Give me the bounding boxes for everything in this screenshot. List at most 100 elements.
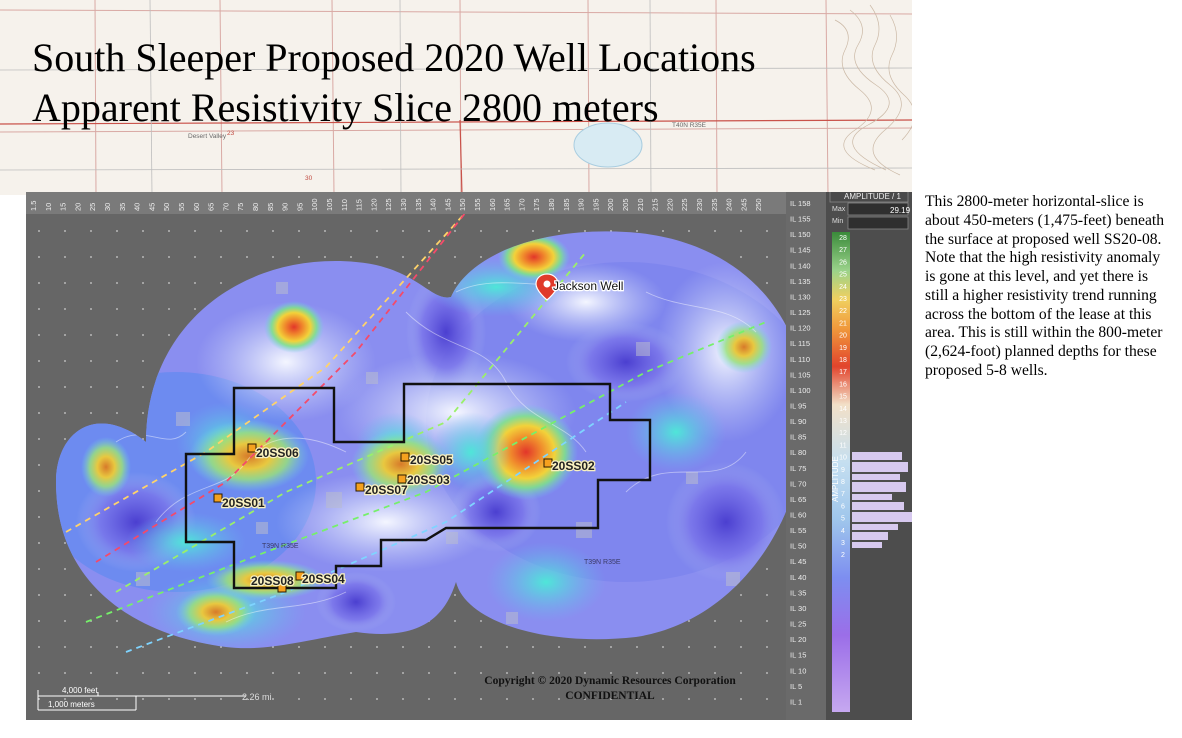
xline-tick-label: 215 xyxy=(651,198,660,211)
township-right-label: T39N R35E xyxy=(584,559,621,566)
amplitude-tick-label: 22 xyxy=(839,308,847,315)
amplitude-tick-label: 12 xyxy=(839,430,847,437)
xline-tick-label: 240 xyxy=(725,198,734,211)
well-marker-20ss02[interactable] xyxy=(543,458,553,468)
xline-tick-label: 40 xyxy=(133,203,142,211)
xline-tick-label: 195 xyxy=(591,198,600,211)
amplitude-tick-label: 18 xyxy=(839,357,847,364)
well-marker-20ss06[interactable] xyxy=(247,443,257,453)
inline-tick-label: IL 130 xyxy=(790,293,811,302)
inline-tick-label: IL 125 xyxy=(790,308,811,317)
well-label-20ss07: 20SS07 xyxy=(365,483,408,497)
xline-tick-label: 170 xyxy=(517,198,526,211)
amplitude-tick-label: 9 xyxy=(841,467,845,474)
amplitude-tick-label: 21 xyxy=(839,320,847,327)
scale-meters-label: 1,000 meters xyxy=(48,700,95,709)
well-marker-20ss07[interactable] xyxy=(355,482,365,492)
well-label-20ss04: 20SS04 xyxy=(302,572,345,586)
amplitude-tick-label: 7 xyxy=(841,491,845,498)
well-marker-20ss05[interactable] xyxy=(400,452,410,462)
xline-tick-label: 225 xyxy=(680,198,689,211)
inline-tick-label: IL 145 xyxy=(790,246,811,255)
inline-tick-label: IL 110 xyxy=(790,355,810,364)
xline-tick-label: 10 xyxy=(44,203,53,211)
well-label-20ss06: 20SS06 xyxy=(256,446,299,460)
inline-tick-label: IL 95 xyxy=(790,402,806,411)
inline-tick-label: IL 25 xyxy=(790,620,806,629)
inline-tick-label: IL 55 xyxy=(790,526,806,535)
inline-tick-label: IL 120 xyxy=(790,324,811,333)
inline-tick-label: IL 15 xyxy=(790,651,806,660)
xline-tick-label: 100 xyxy=(310,198,319,211)
xline-tick-label: 85 xyxy=(266,203,275,211)
xline-tick-label: 180 xyxy=(547,198,556,211)
amplitude-tick-label: 6 xyxy=(841,503,845,510)
inline-tick-label: IL 85 xyxy=(790,433,806,442)
desert-valley-label: Desert Valley xyxy=(188,133,227,140)
xline-tick-label: 160 xyxy=(488,198,497,211)
amplitude-tick-label: 11 xyxy=(839,442,846,449)
page-subtitle: Apparent Resistivity Slice 2800 meters xyxy=(32,85,659,130)
well-marker-20ss03[interactable] xyxy=(397,474,407,484)
xline-tick-label: 200 xyxy=(606,198,615,211)
amplitude-tick-label: 17 xyxy=(839,369,847,376)
section-23-label: 23 xyxy=(227,130,235,137)
figure-stage: Desert Valley T40N R35E 23 30 South Slee… xyxy=(0,0,1182,738)
xline-tick-label: 75 xyxy=(236,203,245,211)
inline-tick-label: IL 70 xyxy=(790,479,806,488)
inline-tick-label: IL 75 xyxy=(790,464,806,473)
amplitude-tick-label: 19 xyxy=(839,345,847,352)
amplitude-tick-label: 4 xyxy=(841,528,845,535)
xline-tick-label: 90 xyxy=(281,203,290,211)
amplitude-tick-label: 14 xyxy=(839,406,847,413)
xline-tick-label: 145 xyxy=(443,198,452,211)
xline-tick-label: 190 xyxy=(577,198,586,211)
scale-feet-label: 4,000 feet xyxy=(62,686,98,695)
inline-tick-label: IL 155 xyxy=(790,215,811,224)
xline-tick-label: 1.5 xyxy=(29,201,38,211)
section-30-label: 30 xyxy=(305,175,313,182)
page-title: South Sleeper Proposed 2020 Well Locatio… xyxy=(32,35,756,80)
inline-tick-label: IL 140 xyxy=(790,261,811,270)
xline-tick-label: 220 xyxy=(665,198,674,211)
township-mid-label: T39N R35E xyxy=(262,543,299,550)
inline-tick-label: IL 40 xyxy=(790,573,806,582)
inline-tick-label: IL 115 xyxy=(790,339,810,348)
amplitude-panel-header: AMPLITUDE / 1 xyxy=(844,192,901,201)
inline-tick-label: IL 90 xyxy=(790,417,806,426)
xline-tick-label: 15 xyxy=(59,203,68,211)
xline-tick-label: 135 xyxy=(414,198,423,211)
xline-tick-label: 25 xyxy=(88,203,97,211)
amplitude-min-label: Min xyxy=(832,218,843,225)
amplitude-min-input[interactable] xyxy=(847,216,909,230)
xline-tick-label: 20 xyxy=(73,203,82,211)
xline-tick-label: 35 xyxy=(118,203,127,211)
amplitude-tick-label: 2 xyxy=(841,552,845,559)
xline-tick-label: 165 xyxy=(503,198,512,211)
inline-tick-label: IL 150 xyxy=(790,230,811,239)
jackson-well-label: Jackson Well xyxy=(553,279,623,293)
inline-tick-label: IL 100 xyxy=(790,386,811,395)
amplitude-tick-label: 13 xyxy=(839,418,847,425)
inline-tick-label: IL 105 xyxy=(790,370,811,379)
amplitude-max-value: 29.19 xyxy=(890,206,911,215)
well-label-20ss08: 20SS08 xyxy=(251,574,294,588)
well-label-20ss02: 20SS02 xyxy=(552,459,595,473)
amplitude-tick-label: 10 xyxy=(839,455,847,462)
well-marker-20ss01[interactable] xyxy=(213,493,223,503)
inline-tick-label: IL 60 xyxy=(790,511,806,520)
well-label-20ss03: 20SS03 xyxy=(407,473,450,487)
inline-tick-label: IL 158 xyxy=(790,199,811,208)
resistivity-slice-map: 20SS06 20SS01 20SS05 20SS03 20SS07 20SS0… xyxy=(26,192,912,720)
inline-tick-label: IL 20 xyxy=(790,635,806,644)
amplitude-tick-label: 5 xyxy=(841,516,845,523)
inline-tick-label: IL 30 xyxy=(790,604,806,613)
amplitude-tick-label: 27 xyxy=(839,247,847,254)
xline-tick-label: 185 xyxy=(562,198,571,211)
xline-tick-label: 205 xyxy=(621,198,630,211)
copyright-line: Copyright © 2020 Dynamic Resources Corpo… xyxy=(484,675,736,687)
amplitude-max-label: Max xyxy=(832,206,846,213)
xline-tick-label: 60 xyxy=(192,203,201,211)
xline-tick-label: 245 xyxy=(739,198,748,211)
xline-tick-label: 250 xyxy=(754,198,763,211)
